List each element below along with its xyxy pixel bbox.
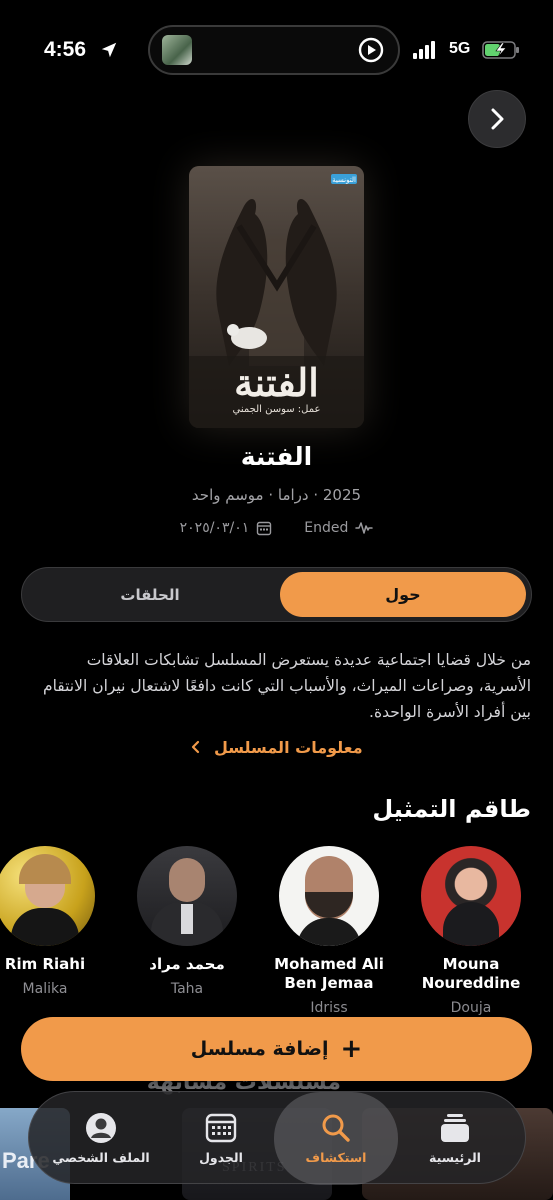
cast-name: محمد مراد <box>149 955 225 973</box>
tab-about[interactable]: حول <box>280 572 526 617</box>
play-circle-icon[interactable] <box>358 37 384 63</box>
tab-explore[interactable]: استكشاف <box>274 1092 398 1185</box>
cast-name: Mouna Noureddine <box>421 955 521 992</box>
chevron-right-icon <box>491 108 504 130</box>
location-arrow-icon <box>101 42 117 58</box>
tab-episodes[interactable]: الحلقات <box>27 572 273 617</box>
status-row: ٢٠٢٥/٠٣/٠١ Ended <box>0 520 553 536</box>
search-icon <box>320 1112 352 1144</box>
tab-bar: الملف الشخصي الجدول استكشاف الرئيسية <box>28 1091 526 1185</box>
poster-badge: التونسية <box>332 176 356 184</box>
cast-section-title: طاقم التمثيل <box>372 795 531 823</box>
plus-icon: + <box>340 1034 363 1064</box>
tab-home[interactable]: الرئيسية <box>393 1092 517 1185</box>
next-button[interactable] <box>468 90 526 148</box>
chevron-left-icon <box>192 740 200 754</box>
content-tabs: الحلقات حول <box>21 567 532 622</box>
cast-role: Taha <box>170 981 204 997</box>
stack-icon <box>439 1112 471 1144</box>
air-date-text: ٢٠٢٥/٠٣/٠١ <box>179 520 250 536</box>
add-series-button[interactable]: + إضافة مسلسل <box>21 1017 532 1081</box>
show-status: Ended <box>286 520 374 536</box>
cast-name: Mohamed Ali Ben Jemaa <box>274 955 384 992</box>
avatar <box>421 846 521 946</box>
status-bar: 4:56 5G <box>0 0 553 100</box>
show-title: الفتنة <box>240 442 313 471</box>
cast-member[interactable]: محمد مراد Taha <box>117 846 257 997</box>
poster-title: الفتنة <box>234 360 319 405</box>
tab-schedule[interactable]: الجدول <box>159 1092 283 1185</box>
cellular-signal-icon <box>413 41 435 59</box>
series-info-label: معلومات المسلسل <box>213 738 363 757</box>
cast-member[interactable]: Mohamed Ali Ben Jemaa Idriss <box>259 846 399 1016</box>
show-meta: 2025 · دراما · موسم واحد <box>191 486 362 504</box>
tab-schedule-label: الجدول <box>199 1150 243 1165</box>
dynamic-island[interactable] <box>148 25 400 75</box>
calendar-grid-icon <box>205 1112 237 1144</box>
now-playing-thumbnail <box>162 35 192 65</box>
person-circle-icon <box>85 1112 117 1144</box>
add-series-label: إضافة مسلسل <box>190 1038 329 1060</box>
cast-member[interactable]: Rim Riahi Malika <box>0 846 115 997</box>
battery-charging-icon <box>482 41 519 59</box>
show-poster: التونسية الفتنة عمل: سوسن الجمني <box>189 166 364 428</box>
tab-profile-label: الملف الشخصي <box>52 1150 150 1165</box>
tab-profile[interactable]: الملف الشخصي <box>39 1092 163 1185</box>
avatar <box>0 846 95 946</box>
tab-explore-label: استكشاف <box>305 1150 367 1165</box>
avatar <box>279 846 379 946</box>
network-type: 5G <box>449 40 471 57</box>
cast-role: Douja <box>450 1000 492 1016</box>
tab-home-label: الرئيسية <box>429 1150 481 1165</box>
show-status-text: Ended <box>304 520 349 536</box>
series-info-link[interactable]: معلومات المسلسل <box>0 738 553 757</box>
calendar-icon <box>257 521 272 536</box>
status-time: 4:56 <box>44 38 87 61</box>
air-date: ٢٠٢٥/٠٣/٠١ <box>180 520 273 536</box>
avatar <box>137 846 237 946</box>
cast-name: Rim Riahi <box>4 955 86 973</box>
show-description: من خلال قضايا اجتماعية عديدة يستعرض المس… <box>42 651 531 721</box>
poster-subtitle: عمل: سوسن الجمني <box>232 404 321 415</box>
cast-role: Malika <box>22 981 68 997</box>
cast-role: Idriss <box>310 1000 348 1016</box>
waveform-icon <box>355 522 374 534</box>
cast-member[interactable]: Mouna Noureddine Douja <box>401 846 541 1016</box>
